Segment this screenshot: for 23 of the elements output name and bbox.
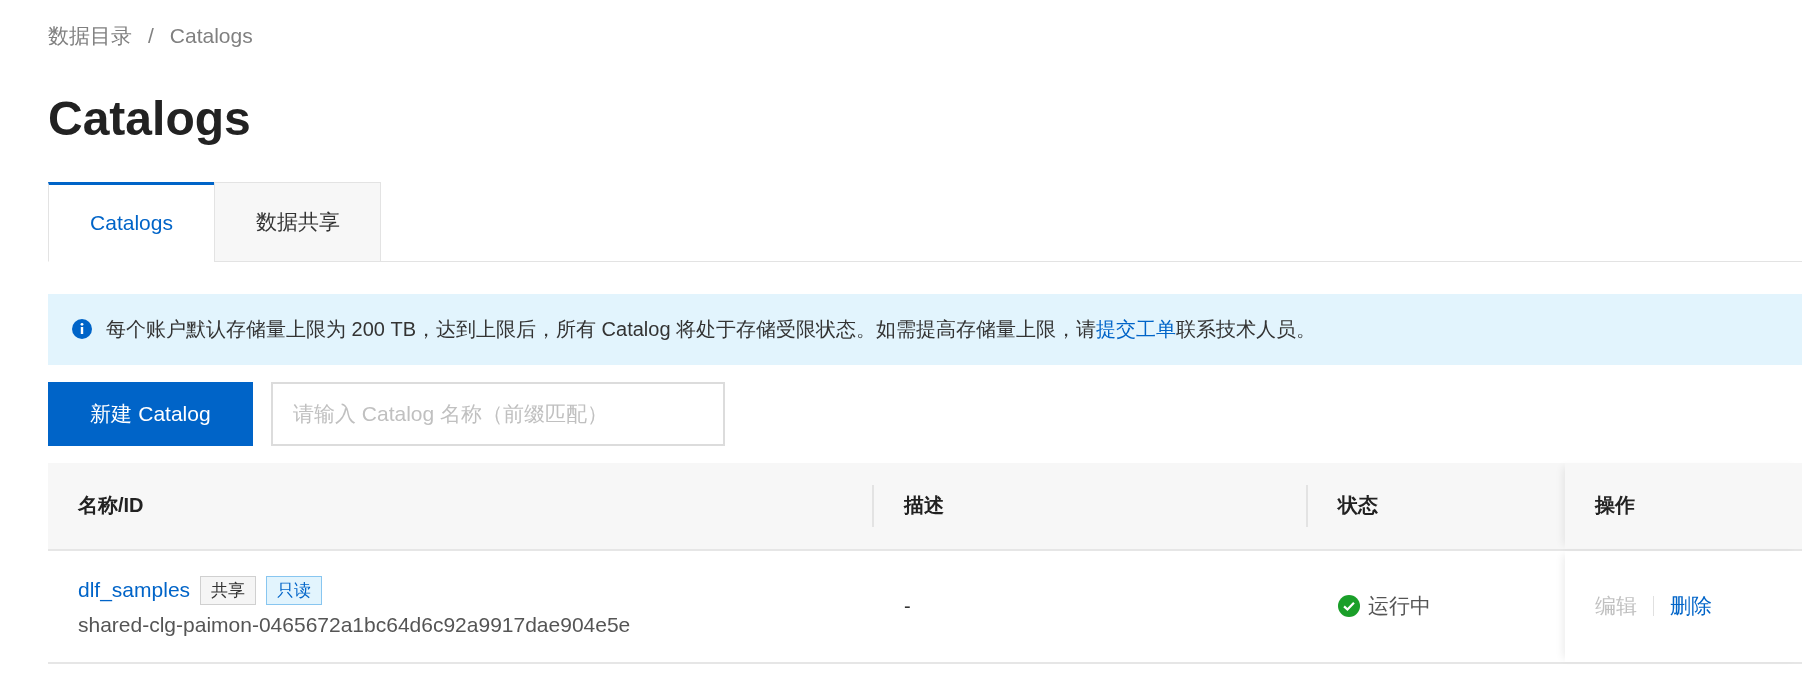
tag: 共享 <box>200 575 257 605</box>
action-link[interactable]: 删除 <box>1670 592 1712 621</box>
info-icon <box>72 319 92 340</box>
status-text: 运行中 <box>1368 593 1431 620</box>
tag: 只读 <box>266 575 323 605</box>
breadcrumb-item[interactable]: 数据目录 <box>48 22 132 50</box>
search-field[interactable]: 请输入 Catalog 名称（前缀匹配） <box>271 381 725 446</box>
description-text: - <box>904 594 911 618</box>
tab[interactable]: 数据共享 <box>214 181 381 262</box>
create-catalog-button[interactable]: 新建 Catalog <box>48 381 253 446</box>
check-circle-icon <box>1338 595 1360 618</box>
submit-ticket-link[interactable]: 提交工单 <box>1096 317 1177 340</box>
column-header: 名称/ID <box>78 493 144 519</box>
catalog-id: shared-clg-paimon-0465672a1bc64d6c92a9917dae904e5e <box>78 612 631 637</box>
breadcrumb-separator: / <box>148 24 154 48</box>
column-header: 状态 <box>1338 493 1378 519</box>
catalog-name-link[interactable]: dlf_samples <box>78 578 191 603</box>
column-header: 描述 <box>904 493 944 519</box>
column-header: 操作 <box>1595 493 1635 519</box>
breadcrumb-item: Catalogs <box>169 24 253 48</box>
page-title: Catalogs <box>48 91 252 147</box>
tab[interactable]: Catalogs <box>48 181 215 262</box>
banner-text: 每个账户默认存储量上限为 200 TB，达到上限后，所有 Catalog 将处于存储受限状态。如需提高存储量上限，请提交工单联系技术人员。 <box>106 316 1317 342</box>
